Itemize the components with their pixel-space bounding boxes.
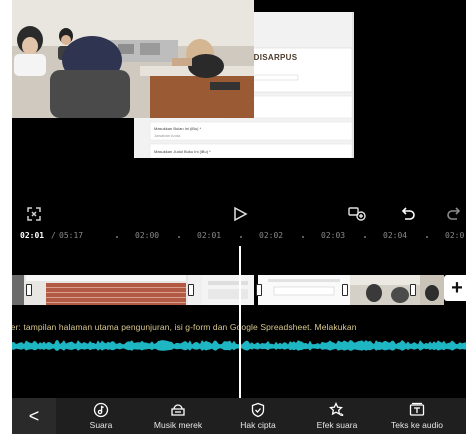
clip-thumbnails	[202, 275, 254, 305]
current-time: 02:01	[20, 231, 45, 240]
ruler-dot	[178, 236, 180, 238]
bottom-toolbar: < Suara Musik merek Hak cipta Efek suara…	[12, 398, 466, 434]
tool-label: Efek suara	[316, 420, 358, 430]
video-preview[interactable]: MAN DISARPUS Masukkan Bulan Ini (iBu) * …	[12, 0, 466, 190]
ruler-dot	[364, 236, 366, 238]
tool-sound[interactable]: Suara	[66, 402, 136, 432]
add-clip-button[interactable]: +	[444, 275, 466, 301]
clip-trim-handle[interactable]	[26, 284, 32, 296]
ruler-tick: 02:0	[445, 231, 465, 240]
ruler-tick: 02:01	[197, 231, 222, 240]
text-to-audio-icon	[409, 402, 425, 416]
video-clip[interactable]	[420, 272, 444, 308]
clip-trim-handle[interactable]	[188, 284, 194, 296]
clip-trim-handle[interactable]	[256, 284, 262, 296]
tool-label: Teks ke audio	[391, 420, 443, 430]
tool-sound-effect[interactable]: Efek suara	[302, 402, 372, 432]
office-photo	[12, 0, 254, 118]
subtitle-track-text[interactable]: Call to Action Leader: tampilan halaman …	[12, 322, 357, 332]
clip-thumbnails	[258, 275, 350, 305]
playback-controls	[12, 196, 466, 232]
tool-text-to-audio[interactable]: Teks ke audio	[382, 402, 452, 432]
tool-copyright[interactable]: Hak cipta	[223, 402, 293, 432]
clip-trim-handle[interactable]	[342, 284, 348, 296]
ruler-dot	[116, 236, 118, 238]
ruler-tick: 02:03	[321, 231, 346, 240]
fullscreen-icon[interactable]	[24, 204, 44, 224]
back-button[interactable]: <	[12, 398, 56, 434]
redo-icon[interactable]	[444, 204, 464, 224]
form-question-1-hint: Jawaban Anda	[154, 133, 181, 138]
clip-trim-handle[interactable]	[410, 284, 416, 296]
time-separator: /	[51, 231, 56, 240]
ruler-tick: 02:04	[383, 231, 408, 240]
ruler-dot	[426, 236, 428, 238]
plus-icon: +	[451, 277, 463, 299]
ruler-dot	[302, 236, 304, 238]
brand-music-icon	[171, 404, 185, 416]
video-clip[interactable]	[202, 272, 254, 308]
video-editor-app: MAN DISARPUS Masukkan Bulan Ini (iBu) * …	[0, 0, 466, 434]
total-time: 05:17	[59, 231, 84, 240]
keyframe-icon[interactable]	[348, 204, 368, 224]
playhead[interactable]	[239, 246, 241, 420]
time-ruler[interactable]: 02:01 / 05:17 02:00 02:01 02:02 02:03 02…	[12, 228, 466, 244]
undo-icon[interactable]	[398, 204, 418, 224]
tool-brand-music[interactable]: Musik merek	[143, 402, 213, 432]
clip-thumbnails	[12, 275, 202, 305]
chevron-left-icon: <	[28, 405, 40, 426]
office-photo-graphic	[12, 0, 254, 118]
ruler-tick: 02:02	[259, 231, 284, 240]
shield-check-icon	[251, 402, 265, 418]
editor-screen: MAN DISARPUS Masukkan Bulan Ini (iBu) * …	[12, 0, 466, 434]
tool-label: Suara	[89, 420, 113, 430]
video-clip[interactable]	[12, 272, 202, 308]
sound-effect-icon	[329, 402, 344, 416]
tool-label: Musik merek	[153, 420, 203, 430]
ruler-tick: 02:00	[135, 231, 160, 240]
play-icon[interactable]	[230, 204, 250, 224]
tool-label: Hak cipta	[240, 420, 276, 430]
clip-thumbnails	[420, 275, 444, 305]
form-question-1: Masukkan Bulan Ini (iBu) *	[154, 126, 202, 131]
ruler-dot	[240, 236, 242, 238]
music-note-icon	[93, 402, 109, 418]
video-clip[interactable]	[258, 272, 350, 308]
form-question-2: Masukkan Judul Buku Ini (iBu) *	[154, 149, 211, 154]
